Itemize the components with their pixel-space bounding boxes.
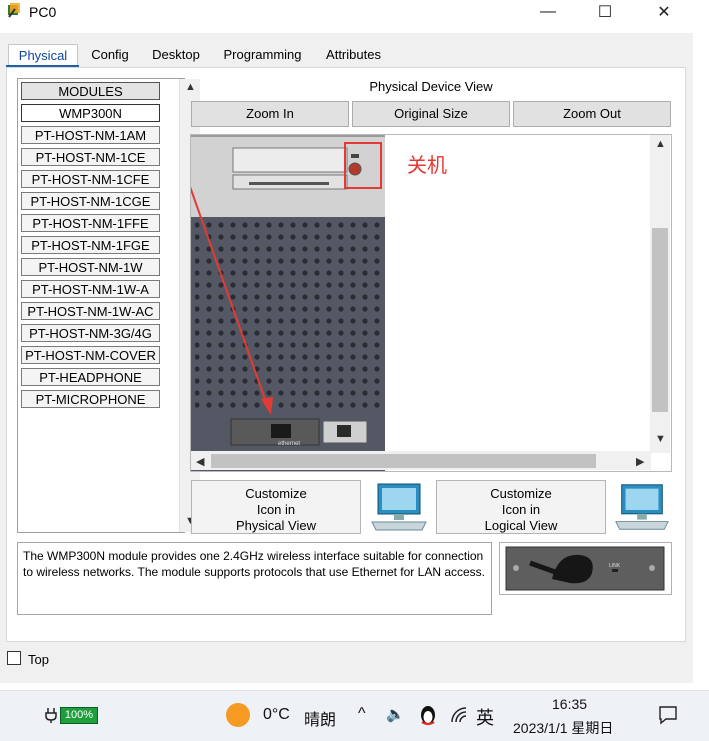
maximize-button[interactable]: ☐ <box>576 0 634 24</box>
module-item[interactable]: PT-HOST-NM-1AM <box>21 126 160 144</box>
customize-logical-icon-button[interactable]: Customize Icon in Logical View <box>436 480 606 534</box>
module-item[interactable]: PT-HOST-NM-1W <box>21 258 160 276</box>
modules-header: MODULES <box>21 82 160 100</box>
module-item[interactable]: PT-HEADPHONE <box>21 368 160 386</box>
zoom-in-button[interactable]: Zoom In <box>191 101 349 127</box>
horizontal-scroll-thumb[interactable] <box>211 454 596 468</box>
chevron-up-icon[interactable]: ^ <box>358 705 366 723</box>
module-item[interactable]: PT-HOST-NM-1CE <box>21 148 160 166</box>
pc-icon <box>371 483 427 531</box>
tab-programming[interactable]: Programming <box>217 44 308 69</box>
module-item[interactable]: PT-HOST-NM-1W-A <box>21 280 160 298</box>
button-label: Icon in <box>256 502 296 517</box>
vertical-scroll-thumb[interactable] <box>652 228 668 412</box>
packet-tracer-icon <box>8 3 20 18</box>
wifi-icon[interactable] <box>450 706 468 724</box>
button-label: Logical View <box>484 518 558 533</box>
ethernet-port-label: ethernet <box>278 441 301 447</box>
pc-icon <box>615 484 669 530</box>
ime-indicator[interactable]: 英 <box>476 704 494 730</box>
module-item[interactable]: PT-HOST-NM-1FFE <box>21 214 160 232</box>
module-item[interactable]: PT-MICROPHONE <box>21 390 160 408</box>
scroll-down-icon[interactable]: ▼ <box>655 433 666 445</box>
module-item[interactable]: WMP300N <box>21 104 160 122</box>
scroll-up-icon[interactable]: ▲ <box>655 138 666 150</box>
device-viewport[interactable]: ethernet 关机 <box>190 134 672 472</box>
clock-date[interactable]: 2023/1/1 星期日 <box>513 718 613 738</box>
zoom-out-button[interactable]: Zoom Out <box>513 101 671 127</box>
top-checkbox[interactable] <box>7 651 21 665</box>
customize-physical-icon-button[interactable]: Customize Icon in Physical View <box>191 480 361 534</box>
qq-penguin-icon[interactable] <box>418 704 438 726</box>
tab-attributes[interactable]: Attributes <box>318 44 389 69</box>
sun-weather-icon[interactable] <box>225 702 251 728</box>
weather-temperature[interactable]: 0°C <box>263 706 290 724</box>
button-label: Physical View <box>236 518 316 533</box>
button-label: Customize <box>245 486 307 501</box>
module-link-label: LINK <box>609 563 621 569</box>
original-size-button[interactable]: Original Size <box>352 101 510 127</box>
close-button[interactable]: ✕ <box>635 0 693 24</box>
pc-chassis-image[interactable] <box>191 135 671 471</box>
speaker-icon[interactable]: 🔈 <box>386 705 405 723</box>
module-item[interactable]: PT-HOST-NM-1CGE <box>21 192 160 210</box>
shutdown-annotation: 关机 <box>407 155 447 177</box>
weather-condition[interactable]: 晴朗 <box>304 706 336 730</box>
power-plug-icon[interactable] <box>42 706 62 724</box>
minimize-button[interactable]: — <box>519 0 577 24</box>
modules-list: MODULES WMP300N PT-HOST-NM-1AM PT-HOST-N… <box>17 78 200 533</box>
module-item[interactable]: PT-HOST-NM-COVER <box>21 346 160 364</box>
module-description: The WMP300N module provides one 2.4GHz w… <box>17 542 492 615</box>
module-item[interactable]: PT-HOST-NM-1CFE <box>21 170 160 188</box>
button-label: Customize <box>490 486 552 501</box>
battery-indicator[interactable]: 100% <box>60 707 98 724</box>
physical-device-view-title: Physical Device View <box>369 79 493 94</box>
tab-config[interactable]: Config <box>84 44 136 69</box>
button-label: Icon in <box>501 502 541 517</box>
scroll-left-icon[interactable]: ◀ <box>196 455 204 468</box>
module-image: LINK <box>499 542 672 595</box>
module-item[interactable]: PT-HOST-NM-3G/4G <box>21 324 160 342</box>
module-item[interactable]: PT-HOST-NM-1W-AC <box>21 302 160 320</box>
scroll-right-icon[interactable]: ▶ <box>636 455 644 468</box>
module-item[interactable]: PT-HOST-NM-1FGE <box>21 236 160 254</box>
top-checkbox-label: Top <box>28 652 49 667</box>
window-title: PC0 <box>29 4 57 20</box>
notification-icon[interactable] <box>658 705 678 725</box>
clock-time[interactable]: 16:35 <box>552 696 587 712</box>
tab-desktop[interactable]: Desktop <box>145 44 207 69</box>
